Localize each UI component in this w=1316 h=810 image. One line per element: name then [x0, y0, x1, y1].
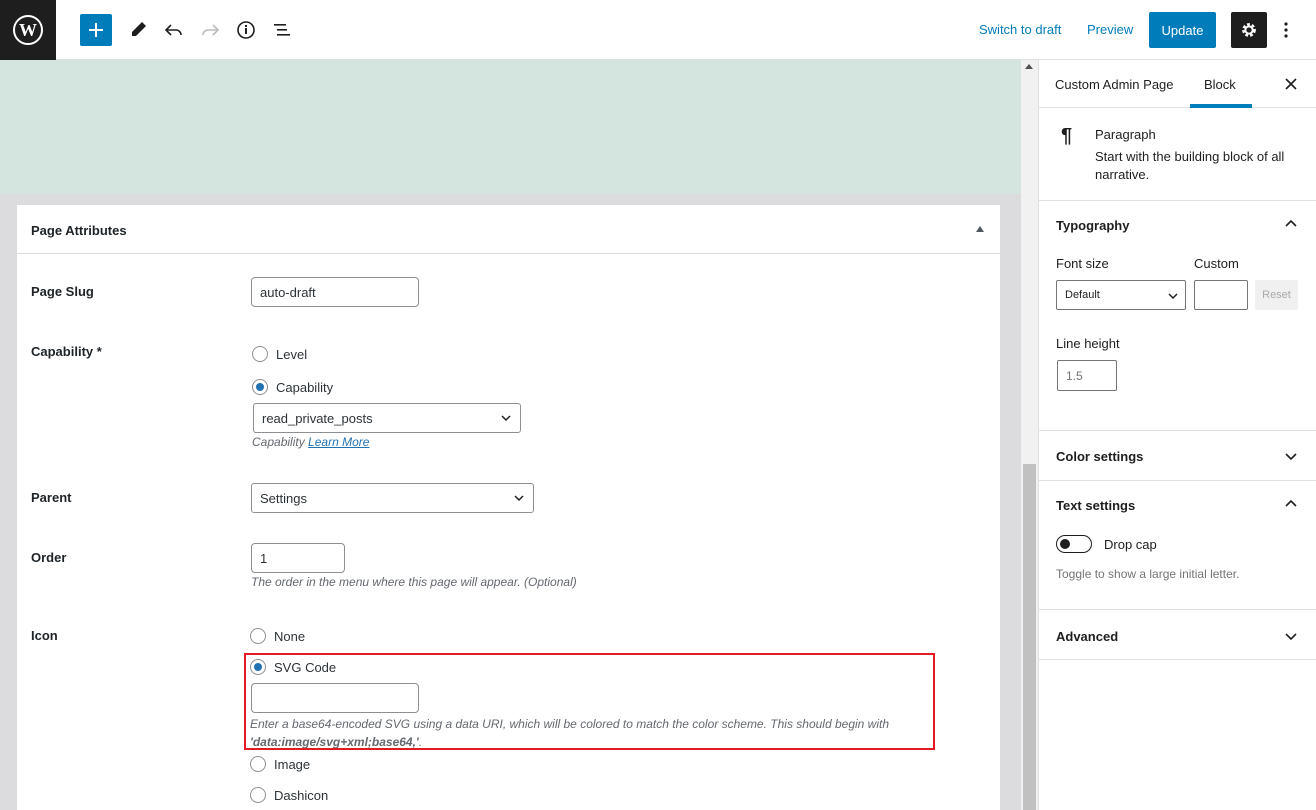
- panel-divider: [1039, 659, 1316, 660]
- metabox-title: Page Attributes: [31, 223, 127, 238]
- list-view-icon[interactable]: [266, 14, 298, 46]
- block-title: Paragraph: [1095, 127, 1156, 142]
- panel-divider: [1039, 430, 1316, 431]
- drop-cap-toggle[interactable]: [1056, 535, 1092, 553]
- line-height-label: Line height: [1056, 336, 1120, 351]
- highlight-annotation-box: [244, 653, 935, 750]
- radio-label: None: [274, 628, 306, 644]
- select-value: Settings: [260, 490, 307, 506]
- color-settings-panel-title[interactable]: Color settings: [1056, 449, 1143, 464]
- close-icon[interactable]: [1283, 76, 1299, 92]
- panel-divider: [1039, 609, 1316, 610]
- parent-select[interactable]: Settings: [251, 483, 534, 513]
- toggle-knob: [1060, 539, 1070, 549]
- radio-button[interactable]: [250, 628, 266, 644]
- reset-button[interactable]: Reset: [1255, 280, 1298, 310]
- preview-link[interactable]: Preview: [1087, 22, 1133, 37]
- text-settings-panel-title[interactable]: Text settings: [1056, 498, 1135, 513]
- editor-scrollbar[interactable]: [1021, 60, 1038, 810]
- info-icon[interactable]: [230, 14, 262, 46]
- page-slug-label: Page Slug: [31, 284, 94, 299]
- undo-icon[interactable]: [158, 14, 190, 46]
- block-description: Start with the building block of all nar…: [1095, 149, 1285, 182]
- redo-icon[interactable]: [194, 14, 226, 46]
- tab-custom-admin-page[interactable]: Custom Admin Page: [1055, 77, 1174, 92]
- tools-pencil-icon[interactable]: [122, 14, 154, 46]
- editor-header: W Switch to draft Preview Update: [0, 0, 1316, 60]
- chevron-up-icon[interactable]: [1283, 496, 1299, 512]
- radio-label: Level: [276, 346, 308, 362]
- learn-more-link[interactable]: Learn More: [308, 435, 369, 449]
- font-size-select[interactable]: Default: [1056, 280, 1186, 310]
- scroll-up-arrow-icon[interactable]: [1025, 64, 1033, 69]
- settings-gear-icon[interactable]: [1231, 12, 1267, 48]
- advanced-panel-title[interactable]: Advanced: [1056, 629, 1118, 644]
- chevron-down-icon: [501, 415, 511, 422]
- radio-label: Dashicon: [274, 787, 329, 803]
- more-options-icon[interactable]: [1274, 14, 1298, 46]
- chevron-down-icon[interactable]: [1283, 628, 1299, 644]
- switch-to-draft-link[interactable]: Switch to draft: [979, 22, 1061, 37]
- svg-text:W: W: [19, 20, 37, 40]
- update-button[interactable]: Update: [1149, 12, 1216, 48]
- editor-canvas[interactable]: [0, 60, 1021, 194]
- font-size-label: Font size: [1056, 256, 1109, 271]
- chevron-down-icon[interactable]: [1283, 448, 1299, 464]
- icon-radio-dashicon[interactable]: Dashicon: [250, 787, 328, 803]
- help-text: Capability: [252, 435, 305, 449]
- editor-content-area: Page Attributes Page Slug auto-draft Cap…: [0, 60, 1021, 810]
- drop-cap-label: Drop cap: [1104, 537, 1157, 552]
- custom-font-size-input[interactable]: [1194, 280, 1248, 310]
- select-value: read_private_posts: [262, 410, 373, 426]
- line-height-input[interactable]: 1.5: [1057, 360, 1117, 391]
- order-help: The order in the menu where this page wi…: [251, 575, 577, 589]
- drop-cap-help: Toggle to show a large initial letter.: [1056, 567, 1240, 581]
- chevron-down-icon: [1168, 293, 1178, 300]
- sidebar-tabs: Custom Admin Page Block: [1039, 60, 1316, 108]
- typography-panel-title[interactable]: Typography: [1056, 218, 1129, 233]
- radio-button[interactable]: [252, 379, 268, 395]
- icon-radio-none[interactable]: None: [250, 628, 305, 644]
- capability-help: Capability Learn More: [252, 435, 369, 449]
- order-input[interactable]: 1: [251, 543, 345, 573]
- capability-label: Capability *: [31, 344, 102, 359]
- panel-divider: [1039, 480, 1316, 481]
- select-value: Default: [1065, 289, 1100, 301]
- icon-radio-image[interactable]: Image: [250, 756, 310, 772]
- capability-radio-capability[interactable]: Capability: [252, 379, 333, 395]
- radio-label: Image: [274, 756, 311, 772]
- settings-sidebar: Custom Admin Page Block ¶ Paragraph Star…: [1038, 60, 1316, 810]
- order-label: Order: [31, 550, 67, 565]
- collapse-arrow-icon[interactable]: [976, 226, 984, 232]
- icon-label: Icon: [31, 628, 58, 643]
- parent-label: Parent: [31, 490, 72, 505]
- radio-label: Capability: [276, 379, 334, 395]
- page-attributes-metabox: Page Attributes Page Slug auto-draft Cap…: [16, 204, 1001, 810]
- chevron-down-icon: [514, 495, 524, 502]
- radio-button[interactable]: [250, 756, 266, 772]
- paragraph-icon: ¶: [1061, 125, 1073, 147]
- capability-select[interactable]: read_private_posts: [253, 403, 521, 433]
- radio-button[interactable]: [252, 346, 268, 362]
- capability-radio-level[interactable]: Level: [252, 346, 307, 362]
- radio-button[interactable]: [250, 787, 266, 803]
- custom-size-label: Custom: [1194, 256, 1239, 271]
- block-card: ¶ Paragraph Start with the building bloc…: [1039, 109, 1316, 201]
- chevron-up-icon[interactable]: [1283, 216, 1299, 232]
- active-tab-indicator: [1190, 104, 1252, 108]
- page-slug-input[interactable]: auto-draft: [251, 277, 419, 307]
- metabox-header[interactable]: Page Attributes: [17, 205, 1000, 254]
- add-block-button[interactable]: [80, 14, 112, 46]
- scrollbar-thumb[interactable]: [1023, 464, 1036, 810]
- wordpress-logo-icon[interactable]: W: [0, 0, 56, 60]
